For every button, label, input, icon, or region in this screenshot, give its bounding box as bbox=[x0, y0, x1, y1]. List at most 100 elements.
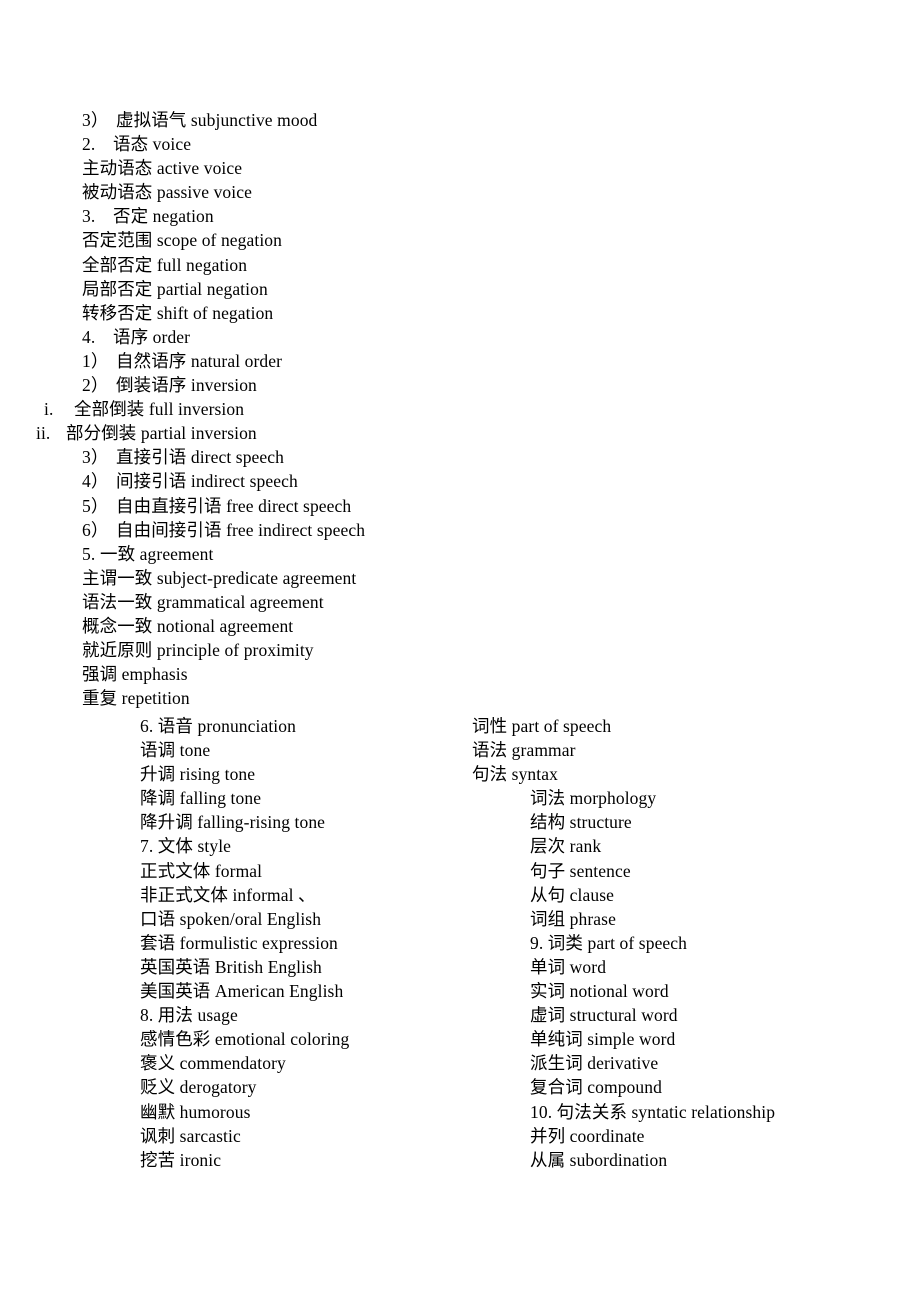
outline-line-text: 自然语序 natural order bbox=[116, 350, 283, 371]
outline-line: 口语 spoken/oral English bbox=[140, 907, 470, 931]
outline-line: 并列 coordinate bbox=[472, 1124, 892, 1148]
outline-line-text: 主动语态 active voice bbox=[82, 158, 243, 179]
outline-line: 贬义 derogatory bbox=[140, 1075, 470, 1099]
outline-line-text: 美国英语 American English bbox=[140, 981, 344, 1002]
outline-line: 虚词 structural word bbox=[472, 1003, 892, 1027]
outline-line: 从属 subordination bbox=[472, 1148, 892, 1172]
outline-column-left: 6. 语音 pronunciation 语调 tone 升调 rising tone… bbox=[140, 714, 470, 1172]
outline-line-text: 全部否定 full negation bbox=[82, 254, 248, 275]
outline-marker: 6） bbox=[82, 519, 109, 540]
outline-line-text: 直接引语 direct speech bbox=[116, 447, 284, 468]
outline-line: 1） 自然语序 natural order bbox=[0, 349, 920, 373]
outline-line: ii. 部分倒装 partial inversion bbox=[0, 421, 920, 445]
outline-line: 主谓一致 subject-predicate agreement bbox=[0, 566, 920, 590]
outline-line-text: 否定 negation bbox=[113, 206, 214, 227]
outline-line: 局部否定 partial negation bbox=[0, 277, 920, 301]
outline-line: 正式文体 formal bbox=[140, 859, 470, 883]
outline-line-text: 语态 voice bbox=[113, 134, 192, 155]
outline-line-text: 复合词 compound bbox=[530, 1077, 662, 1098]
outline-line-text: 正式文体 formal bbox=[140, 860, 263, 881]
outline-line-text: 被动语态 passive voice bbox=[82, 182, 252, 203]
outline-line: 单词 word bbox=[472, 955, 892, 979]
outline-line: 结构 structure bbox=[472, 810, 892, 834]
outline-line-text: 局部否定 partial negation bbox=[82, 278, 268, 299]
outline-line-text: 句子 sentence bbox=[530, 860, 631, 881]
outline-line: 降调 falling tone bbox=[140, 786, 470, 810]
outline-line: 重复 repetition bbox=[0, 686, 920, 710]
outline-line: 6. 语音 pronunciation bbox=[140, 714, 470, 738]
outline-line-text: 并列 coordinate bbox=[530, 1125, 645, 1146]
outline-line: 词组 phrase bbox=[472, 907, 892, 931]
outline-line: 幽默 humorous bbox=[140, 1100, 470, 1124]
outline-line-text: 单纯词 simple word bbox=[530, 1029, 676, 1050]
outline-line: 7. 文体 style bbox=[140, 834, 470, 858]
outline-line-text: 词法 morphology bbox=[530, 788, 657, 809]
outline-line-text: 主谓一致 subject-predicate agreement bbox=[82, 567, 357, 588]
outline-line-text: 语调 tone bbox=[140, 740, 211, 761]
outline-two-column: 6. 语音 pronunciation 语调 tone 升调 rising tone… bbox=[0, 714, 920, 1184]
outline-line-text: 结构 structure bbox=[530, 812, 632, 833]
outline-line-text: 转移否定 shift of negation bbox=[82, 302, 274, 323]
outline-line: 就近原则 principle of proximity bbox=[0, 638, 920, 662]
outline-line: 否定范围 scope of negation bbox=[0, 228, 920, 252]
outline-line: 英国英语 British English bbox=[140, 955, 470, 979]
outline-line: 概念一致 notional agreement bbox=[0, 614, 920, 638]
outline-marker: 2） bbox=[82, 375, 109, 396]
outline-single-column: 3） 虚拟语气 subjunctive mood 2. 语态 voice 主动语态 ac… bbox=[0, 108, 920, 710]
outline-line-text: 自由直接引语 free direct speech bbox=[116, 495, 352, 516]
outline-line: 语调 tone bbox=[140, 738, 470, 762]
outline-line: 全部否定 full negation bbox=[0, 253, 920, 277]
outline-line: 被动语态 passive voice bbox=[0, 180, 920, 204]
outline-line: i. 全部倒装 full inversion bbox=[0, 397, 920, 421]
outline-line-text: 倒装语序 inversion bbox=[116, 375, 257, 396]
outline-marker: 4. bbox=[82, 326, 96, 347]
outline-marker: 4） bbox=[82, 471, 109, 492]
outline-line: 3） 虚拟语气 subjunctive mood bbox=[0, 108, 920, 132]
outline-line: 语法一致 grammatical agreement bbox=[0, 590, 920, 614]
outline-line-text: 幽默 humorous bbox=[140, 1101, 251, 1122]
outline-line-text: 全部倒装 full inversion bbox=[74, 399, 245, 420]
outline-line: 10. 句法关系 syntatic relationship bbox=[472, 1100, 892, 1124]
outline-line-text: 词组 phrase bbox=[530, 908, 616, 929]
outline-line-text: 感情色彩 emotional coloring bbox=[140, 1029, 350, 1050]
outline-line: 层次 rank bbox=[472, 834, 892, 858]
outline-line: 3. 否定 negation bbox=[0, 204, 920, 228]
outline-line-text: 9. 词类 part of speech bbox=[530, 932, 688, 953]
document-page: 3） 虚拟语气 subjunctive mood 2. 语态 voice 主动语态 ac… bbox=[0, 0, 920, 1302]
outline-line: 复合词 compound bbox=[472, 1075, 892, 1099]
outline-line: 2. 语态 voice bbox=[0, 132, 920, 156]
outline-line: 单纯词 simple word bbox=[472, 1027, 892, 1051]
outline-line: 强调 emphasis bbox=[0, 662, 920, 686]
outline-line: 语法 grammar bbox=[472, 738, 892, 762]
outline-marker: 3） bbox=[82, 110, 109, 130]
outline-line: 3） 直接引语 direct speech bbox=[0, 445, 920, 469]
outline-line-text: 挖苦 ironic bbox=[140, 1149, 222, 1170]
outline-line-text: 强调 emphasis bbox=[82, 664, 188, 685]
outline-line-text: 贬义 derogatory bbox=[140, 1077, 257, 1098]
outline-line-text: 词性 part of speech bbox=[472, 716, 612, 736]
outline-marker: 5. bbox=[82, 543, 96, 564]
outline-marker: 3. bbox=[82, 206, 96, 227]
outline-line-text: 虚词 structural word bbox=[530, 1005, 678, 1026]
outline-line-text: 间接引语 indirect speech bbox=[116, 471, 298, 492]
outline-line-text: 8. 用法 usage bbox=[140, 1005, 238, 1026]
outline-line-text: 语序 order bbox=[113, 326, 191, 347]
outline-line: 实词 notional word bbox=[472, 979, 892, 1003]
outline-line-text: 就近原则 principle of proximity bbox=[82, 640, 314, 661]
outline-line-text: 套语 formulistic expression bbox=[140, 932, 338, 953]
outline-line-text: 一致 agreement bbox=[100, 543, 214, 564]
outline-marker: 2. bbox=[82, 134, 96, 155]
outline-line: 升调 rising tone bbox=[140, 762, 470, 786]
outline-line: 词性 part of speech bbox=[472, 714, 892, 738]
outline-line: 句子 sentence bbox=[472, 859, 892, 883]
outline-line: 4. 语序 order bbox=[0, 325, 920, 349]
outline-line-text: 10. 句法关系 syntatic relationship bbox=[530, 1101, 776, 1122]
outline-line: 从句 clause bbox=[472, 883, 892, 907]
outline-line-text: 否定范围 scope of negation bbox=[82, 230, 283, 251]
outline-line-text: 从句 clause bbox=[530, 884, 614, 905]
outline-line: 讽刺 sarcastic bbox=[140, 1124, 470, 1148]
outline-line-text: 升调 rising tone bbox=[140, 764, 256, 785]
outline-marker: 5） bbox=[82, 495, 109, 516]
outline-line: 5. 一致 agreement bbox=[0, 542, 920, 566]
outline-line: 2） 倒装语序 inversion bbox=[0, 373, 920, 397]
